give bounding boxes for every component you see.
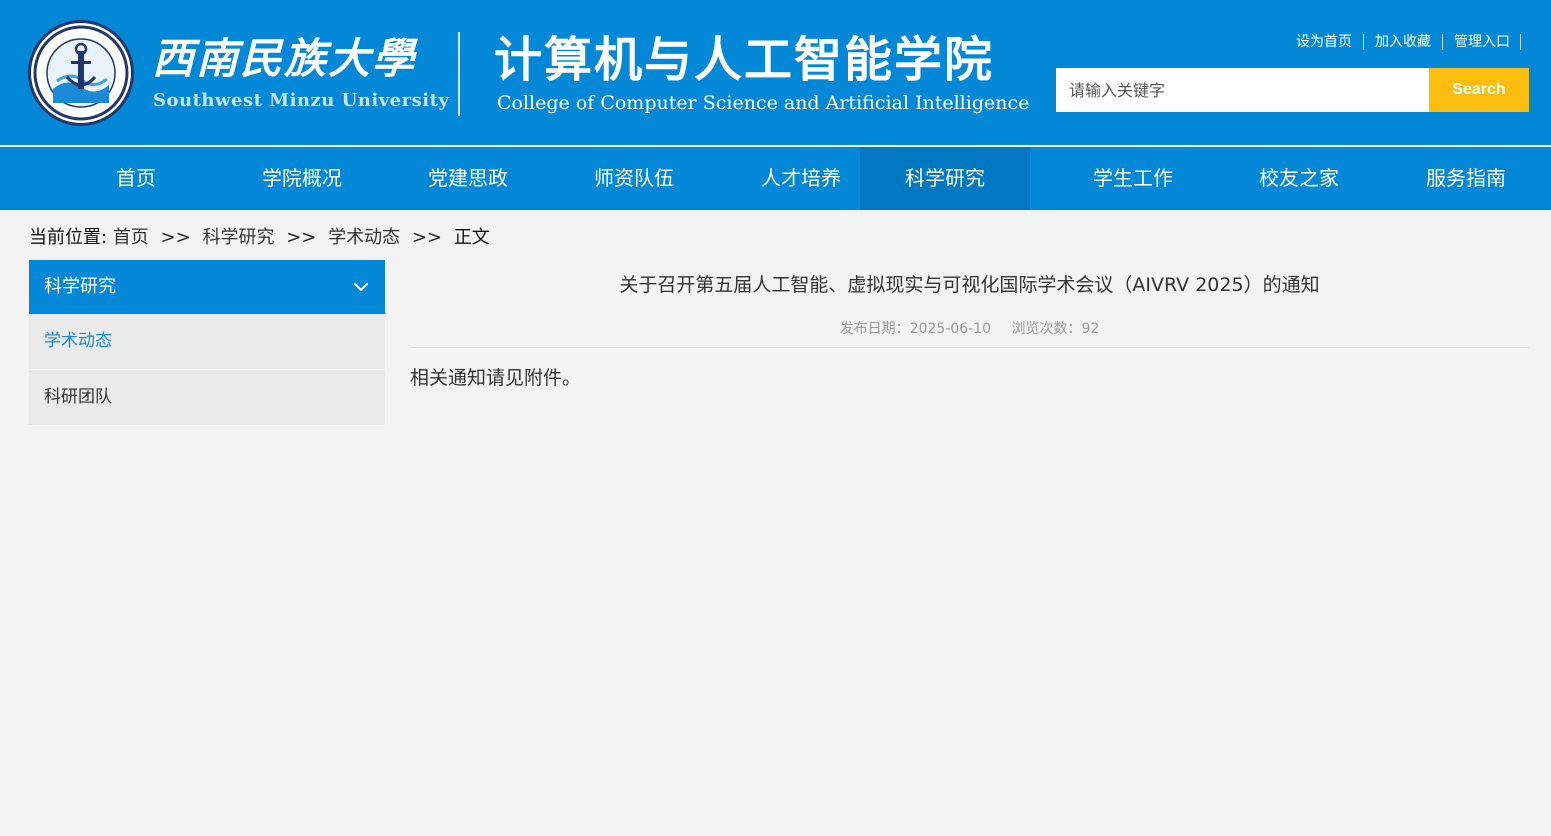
- college-name-cn: 计算机与人工智能学院: [494, 32, 995, 88]
- breadcrumb-home[interactable]: 首页: [113, 227, 149, 248]
- view-count: 浏览次数：92: [1011, 321, 1100, 337]
- breadcrumb: 当前位置: 首页 >> 科学研究 >> 学术动态 >> 正文: [29, 223, 490, 249]
- breadcrumb-academic-news[interactable]: 学术动态: [328, 227, 400, 248]
- sidebar-item-research-teams[interactable]: 科研团队: [29, 370, 385, 426]
- breadcrumb-prefix: 当前位置:: [29, 227, 108, 248]
- nav-item-faculty[interactable]: 师资队伍: [551, 147, 717, 210]
- nav-item-research[interactable]: 科学研究: [860, 147, 1030, 210]
- breadcrumb-separator: >>: [286, 227, 317, 248]
- nav-item-services[interactable]: 服务指南: [1382, 147, 1550, 210]
- nav-item-home[interactable]: 首页: [53, 147, 219, 210]
- logo-divider: [458, 32, 460, 116]
- college-name-en: College of Computer Science and Artifici…: [497, 92, 1030, 114]
- breadcrumb-current: 正文: [453, 227, 490, 248]
- sidebar-title[interactable]: 科学研究: [29, 260, 385, 314]
- search-button[interactable]: Search: [1429, 68, 1529, 112]
- site-header: 西南民族大學 Southwest Minzu University 计算机与人工…: [0, 0, 1551, 145]
- set-homepage-link[interactable]: 设为首页: [1285, 34, 1364, 50]
- nav-item-students[interactable]: 学生工作: [1050, 147, 1216, 210]
- article-meta: 发布日期：2025-06-10 浏览次数：92: [410, 318, 1529, 338]
- nav-item-party[interactable]: 党建思政: [385, 147, 551, 210]
- search-box: Search: [1056, 68, 1529, 112]
- university-seal-logo[interactable]: [28, 20, 134, 126]
- top-links: 设为首页 加入收藏 管理入口: [1285, 34, 1521, 50]
- article-title: 关于召开第五届人工智能、虚拟现实与可视化国际学术会议（AIVRV 2025）的通…: [619, 274, 1320, 296]
- article-divider: [410, 347, 1529, 348]
- nav-item-alumni[interactable]: 校友之家: [1216, 147, 1382, 210]
- breadcrumb-separator: >>: [411, 227, 442, 248]
- add-favorite-link[interactable]: 加入收藏: [1364, 34, 1443, 50]
- sidebar-item-academic-news[interactable]: 学术动态: [29, 314, 385, 370]
- search-input[interactable]: [1056, 68, 1429, 112]
- breadcrumb-research[interactable]: 科学研究: [202, 227, 274, 248]
- breadcrumb-separator: >>: [160, 227, 191, 248]
- main-nav: 首页 学院概况 党建思政 师资队伍 人才培养 科学研究 学生工作 校友之家 服务…: [0, 147, 1551, 210]
- publish-date: 发布日期：2025-06-10: [839, 321, 992, 337]
- chevron-down-icon: [353, 282, 369, 292]
- nav-item-about[interactable]: 学院概况: [219, 147, 385, 210]
- article-body: 相关通知请见附件。: [410, 367, 582, 389]
- sidebar: 科学研究 学术动态 科研团队: [29, 260, 385, 426]
- sidebar-title-label: 科学研究: [44, 276, 116, 297]
- admin-entry-link[interactable]: 管理入口: [1443, 34, 1521, 50]
- university-name-en: Southwest Minzu University: [153, 90, 450, 111]
- seal-emblem-icon: [33, 25, 129, 121]
- university-name-cn: 西南民族大學: [152, 34, 417, 83]
